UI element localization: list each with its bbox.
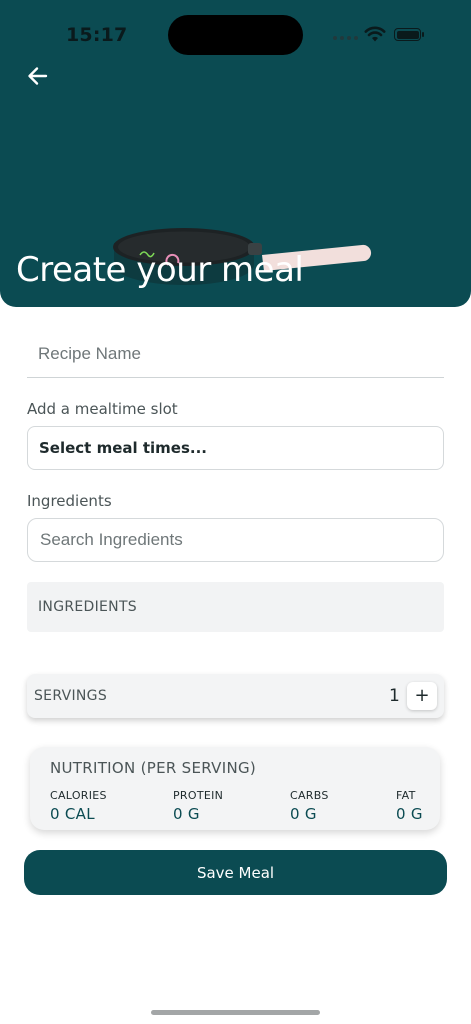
plus-icon: + bbox=[414, 685, 430, 706]
nutrition-calories-label: CALORIES bbox=[50, 789, 107, 802]
nutrition-fat: FAT 0 G bbox=[396, 789, 423, 823]
wifi-icon bbox=[364, 26, 386, 42]
nutrition-carbs-label: CARBS bbox=[290, 789, 329, 802]
save-meal-button[interactable]: Save Meal bbox=[24, 850, 447, 895]
nutrition-calories: CALORIES 0 CAL bbox=[50, 789, 107, 823]
nutrition-carbs: CARBS 0 G bbox=[290, 789, 329, 823]
increment-servings-button[interactable]: + bbox=[407, 682, 437, 710]
mealtime-select[interactable]: Select meal times... bbox=[27, 426, 444, 470]
ingredients-label: Ingredients bbox=[27, 492, 112, 510]
servings-count: 1 bbox=[389, 686, 400, 706]
mealtime-label: Add a mealtime slot bbox=[27, 400, 178, 418]
nutrition-fat-label: FAT bbox=[396, 789, 416, 802]
back-arrow-icon[interactable] bbox=[24, 62, 52, 90]
home-indicator bbox=[151, 1010, 320, 1015]
ingredients-list: INGREDIENTS bbox=[27, 582, 444, 632]
nutrition-carbs-value: 0 G bbox=[290, 805, 317, 823]
nutrition-fat-value: 0 G bbox=[396, 805, 423, 823]
servings-label: SERVINGS bbox=[34, 688, 108, 704]
nutrition-protein: PROTEIN 0 G bbox=[173, 789, 223, 823]
status-time: 15:17 bbox=[66, 24, 128, 46]
nutrition-protein-value: 0 G bbox=[173, 805, 200, 823]
nutrition-protein-label: PROTEIN bbox=[173, 789, 224, 802]
mealtime-select-value: Select meal times... bbox=[39, 439, 208, 457]
page-title: Create your meal bbox=[16, 250, 304, 290]
servings-card: SERVINGS 1 + bbox=[27, 674, 444, 718]
nutrition-card: NUTRITION (PER SERVING) CALORIES 0 CAL P… bbox=[30, 747, 440, 830]
signal-icon bbox=[333, 36, 358, 40]
battery-icon bbox=[394, 28, 424, 41]
nutrition-title: NUTRITION (PER SERVING) bbox=[50, 759, 257, 777]
nutrition-calories-value: 0 CAL bbox=[50, 805, 95, 823]
dynamic-island bbox=[168, 15, 303, 55]
ingredients-list-header: INGREDIENTS bbox=[38, 599, 137, 615]
header-banner: 15:17 Create your meal bbox=[0, 0, 471, 307]
ingredients-search-input[interactable] bbox=[27, 518, 444, 562]
recipe-name-input[interactable] bbox=[27, 330, 444, 378]
